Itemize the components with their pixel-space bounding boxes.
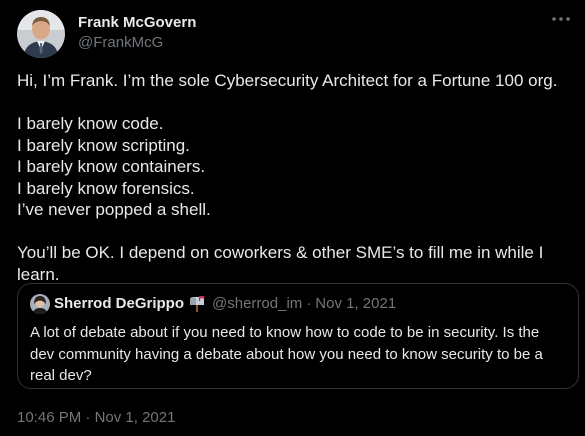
body-line: You’ll be OK. I depend on coworkers & ot… (17, 243, 544, 262)
body-line: I barely know code. (17, 114, 164, 133)
quoted-author-name[interactable]: Sherrod DeGrippo (54, 294, 184, 314)
quoted-text-line: dev community having a debate about how … (30, 345, 543, 363)
author-handle[interactable]: @FrankMcG (78, 33, 196, 53)
tweet-header: Frank McGovern @FrankMcG (17, 10, 196, 58)
more-options-icon[interactable] (547, 9, 575, 29)
separator-dot: · (85, 409, 91, 426)
body-line (17, 221, 568, 243)
tweet-time[interactable]: 10:46 PM (17, 409, 81, 426)
body-line: I barely know forensics. (17, 178, 195, 198)
quoted-text-line: real dev? (30, 367, 92, 384)
body-line: learn. (17, 264, 60, 284)
quoted-text-line: A lot of debate about if you need to kno… (30, 324, 540, 341)
quoted-tweet[interactable]: Sherrod DeGrippo @sherrod_im · Nov 1, 20… (17, 283, 579, 389)
tweet-body: Hi, I’m Frank. I’m the sole Cybersecurit… (17, 70, 568, 285)
tweet-timestamp: 10:46 PM · Nov 1, 2021 (17, 408, 175, 428)
quoted-tweet-header: Sherrod DeGrippo @sherrod_im · Nov 1, 20… (30, 294, 566, 314)
quoted-tweet-date[interactable]: Nov 1, 2021 (315, 294, 396, 314)
body-line (17, 92, 568, 114)
quoted-author-handle[interactable]: @sherrod_im (212, 294, 302, 314)
quoted-author-avatar[interactable] (30, 294, 50, 314)
body-line: I barely know scripting. (17, 135, 190, 155)
tweet-date[interactable]: Nov 1, 2021 (95, 409, 176, 426)
mailbox-icon (188, 296, 206, 312)
body-line: I barely know containers. (17, 157, 206, 176)
author-avatar[interactable] (17, 10, 65, 58)
author-names: Frank McGovern @FrankMcG (78, 10, 196, 53)
quoted-tweet-text: A lot of debate about if you need to kno… (30, 322, 566, 387)
author-display-name[interactable]: Frank McGovern (78, 14, 196, 32)
body-line: Hi, I’m Frank. I’m the sole Cybersecurit… (17, 71, 558, 90)
body-line: I’ve never popped a shell. (17, 200, 211, 219)
tweet-card: Frank McGovern @FrankMcG Hi, I’m Frank. … (0, 0, 585, 436)
separator-dot: · (306, 295, 312, 312)
